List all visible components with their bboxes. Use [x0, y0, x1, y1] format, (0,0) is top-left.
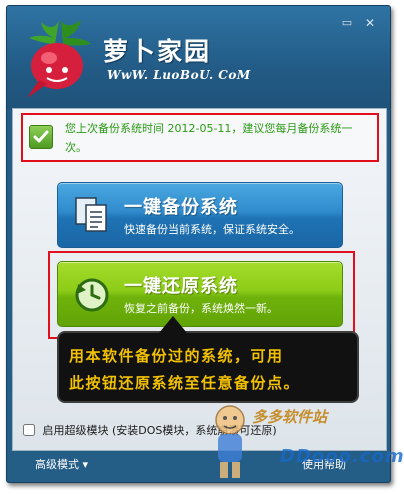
- radish-icon: [27, 20, 91, 98]
- header: 萝卜家园 WwW. LuoBoU. CoM ▭ ✕: [7, 6, 390, 110]
- restore-button-subtitle: 恢复之前备份，系统焕然一新。: [124, 302, 278, 315]
- super-mode-option[interactable]: 启用超级模块 (安装DOS模块，系统崩溃可还原): [23, 422, 277, 438]
- restore-system-button[interactable]: 一键还原系统 恢复之前备份，系统焕然一新。: [57, 261, 343, 327]
- backup-notice: 您上次备份系统时间 2012-05-11，建议您每月备份系统一次。: [21, 113, 379, 162]
- backup-button-subtitle: 快速备份当前系统，保证系统安全。: [124, 223, 300, 236]
- minimize-button[interactable]: ▭: [337, 14, 357, 32]
- restore-tooltip: 用本软件备份过的系统，可用 此按钮还原系统至任意备份点。: [57, 316, 359, 403]
- advanced-mode-menu[interactable]: 高级模式 ▾: [35, 456, 88, 472]
- super-mode-checkbox[interactable]: [23, 424, 35, 436]
- main-panel: 您上次备份系统时间 2012-05-11，建议您每月备份系统一次。 一键备份系统…: [12, 108, 387, 451]
- super-mode-label: 启用超级模块 (安装DOS模块，系统崩溃可还原): [42, 424, 277, 437]
- restore-button-title: 一键还原系统: [124, 276, 238, 297]
- help-link[interactable]: 使用帮助: [302, 456, 346, 472]
- document-copy-icon: [75, 197, 107, 232]
- footer: 高级模式 ▾ 使用帮助: [7, 450, 390, 482]
- backup-system-button[interactable]: 一键备份系统 快速备份当前系统，保证系统安全。: [57, 182, 343, 248]
- notice-text: 您上次备份系统时间 2012-05-11，建议您每月备份系统一次。: [65, 122, 353, 154]
- tooltip-pointer: [159, 316, 187, 333]
- backup-button-title: 一键备份系统: [124, 197, 238, 218]
- tooltip-line-2: 此按钮还原系统至任意备份点。: [69, 374, 301, 392]
- brand-title: 萝卜家园: [103, 37, 212, 66]
- tooltip-line-1: 用本软件备份过的系统，可用: [69, 347, 284, 365]
- restore-clock-icon: [75, 278, 109, 312]
- brand-url: WwW. LuoBoU. CoM: [107, 68, 251, 82]
- close-button[interactable]: ✕: [360, 14, 380, 32]
- app-window: 萝卜家园 WwW. LuoBoU. CoM ▭ ✕ 您上次备份系统时间 2012…: [6, 5, 391, 483]
- checkmark-icon: [29, 125, 53, 149]
